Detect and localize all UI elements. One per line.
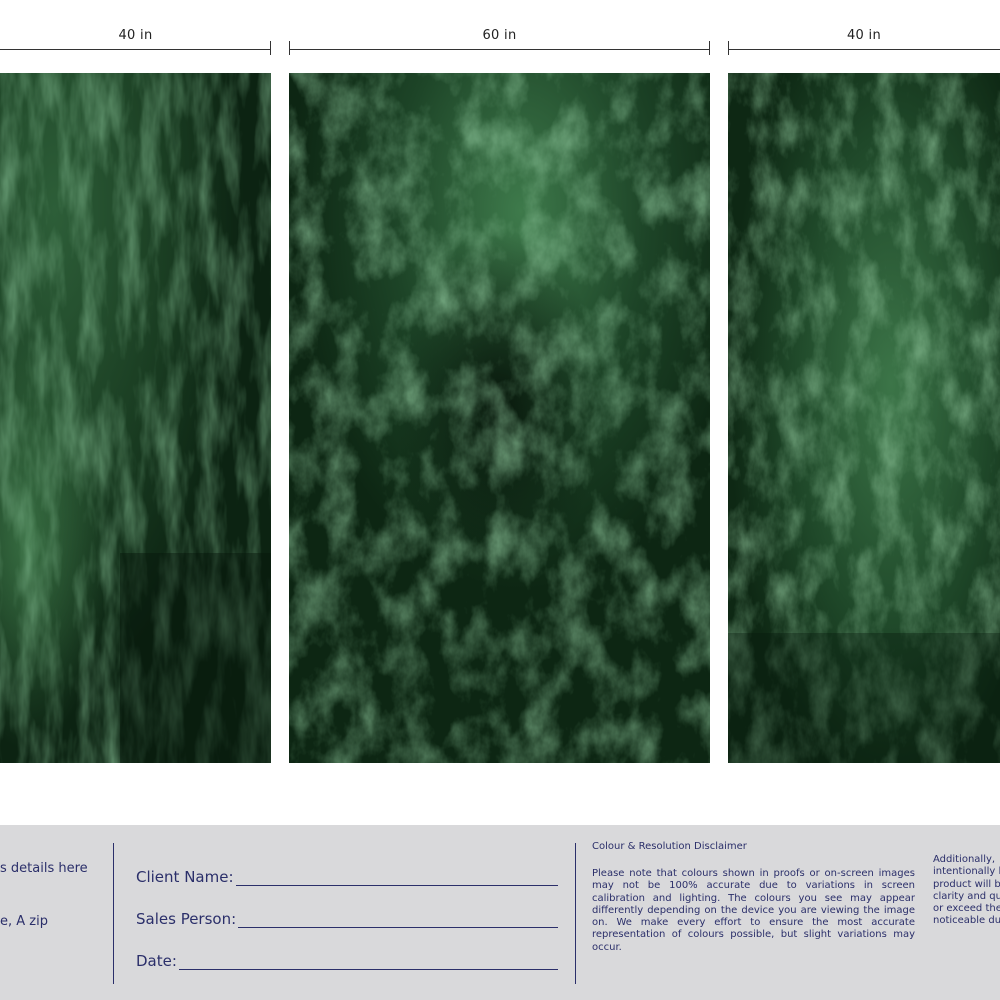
dimension-line <box>728 49 1000 50</box>
panel-right <box>728 73 1000 763</box>
disclaimer-continued-line: noticeable du <box>933 915 1000 927</box>
disclaimer-body: Please note that colours shown in proofs… <box>592 868 915 953</box>
dimension-line <box>0 49 271 50</box>
disclaimer-title: Colour & Resolution Disclaimer <box>592 841 747 852</box>
date-label: Date: <box>136 952 177 970</box>
sales-person-label: Sales Person: <box>136 910 237 928</box>
dimension-tick <box>270 41 271 55</box>
disclaimer-continued-line: clarity and qu <box>933 890 1000 902</box>
disclaimer-continued-line: Additionally, <box>933 854 996 865</box>
contact-details-line1: s details here <box>0 861 88 876</box>
client-name-field[interactable]: Client Name: <box>136 862 558 886</box>
panel-left-texture <box>0 73 271 763</box>
disclaimer-continued-line: intentionally l <box>933 866 1000 878</box>
dimension-line <box>289 49 710 50</box>
panel-right-texture <box>728 73 1000 763</box>
panel-center-texture <box>289 73 710 763</box>
footer-divider-left <box>113 843 114 984</box>
panel-center <box>289 73 710 763</box>
dimension-center: 60 in <box>289 28 710 55</box>
dimension-tick <box>728 41 729 55</box>
dimension-tick <box>289 41 290 55</box>
dimension-label-right: 40 in <box>846 28 882 43</box>
footer-divider-right <box>575 843 576 984</box>
sales-person-line[interactable] <box>238 910 558 928</box>
contact-details-line2: e, A zip <box>0 914 48 929</box>
disclaimer-continued-line: or exceed the <box>933 903 1000 915</box>
dimension-tick <box>709 41 710 55</box>
client-name-line[interactable] <box>235 868 558 886</box>
client-name-label: Client Name: <box>136 868 234 886</box>
sales-person-field[interactable]: Sales Person: <box>136 904 558 928</box>
panel-left <box>0 73 271 763</box>
dimension-left: 40 in <box>0 28 271 55</box>
dimension-right: 40 in <box>728 28 1000 55</box>
date-field[interactable]: Date: <box>136 946 558 970</box>
date-line[interactable] <box>178 952 558 970</box>
dimension-label-left: 40 in <box>118 28 153 43</box>
disclaimer-continued: Additionally, intentionally l product wi… <box>933 854 1000 928</box>
disclaimer-continued-line: product will b <box>933 878 1000 890</box>
dimension-label-center: 60 in <box>482 28 517 43</box>
